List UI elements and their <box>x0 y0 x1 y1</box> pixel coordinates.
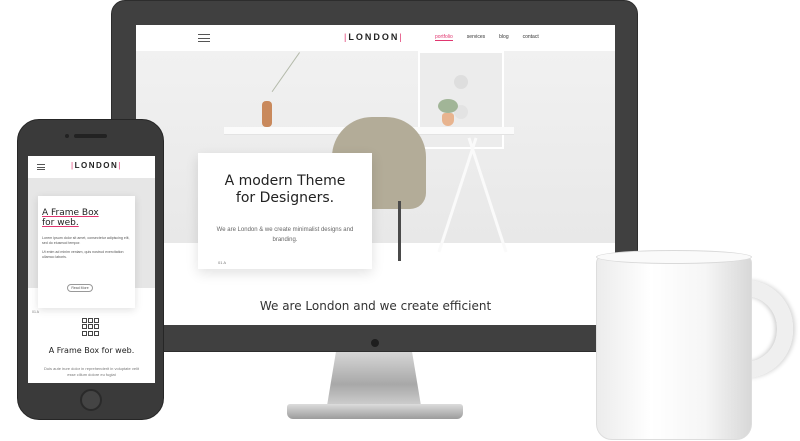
monitor-base <box>287 404 463 419</box>
mobile-card: A Frame Box for web. Lorem ipsum dolor si… <box>38 196 135 308</box>
speaker-grille <box>74 134 107 138</box>
plant-leaves <box>438 99 458 113</box>
monitor-logo-icon <box>371 339 379 347</box>
monitor-stand <box>326 352 422 406</box>
smartphone: |LONDON| A Frame Box for web. Lorem ipsum… <box>17 119 164 420</box>
phone-screen: |LONDON| A Frame Box for web. Lorem ipsum… <box>28 156 155 383</box>
hero-tag: 01 A <box>218 260 227 265</box>
desktop-logo[interactable]: |LONDON| <box>344 32 404 42</box>
coffee-mug <box>596 255 752 440</box>
desktop-header: |LONDON| portfolio services blog contact <box>136 25 615 51</box>
mobile-logo[interactable]: |LONDON| <box>71 161 122 170</box>
vase <box>262 101 272 127</box>
home-button[interactable] <box>80 389 102 411</box>
mobile-section-title: A Frame Box for web. <box>48 346 135 355</box>
hero-title: A modern Theme for Designers. <box>224 173 346 206</box>
menu-icon[interactable] <box>198 34 210 42</box>
grid-icon <box>82 318 100 336</box>
tagline: We are London and we create efficient <box>259 299 492 313</box>
plant-pot <box>442 113 454 126</box>
hero-text: We are London & we create minimalist des… <box>216 227 354 243</box>
mobile-section-text: Duis aute irure dolor in reprehenderit i… <box>44 366 139 377</box>
mobile-card-text: Lorem ipsum dolor sit amet, consectetur … <box>42 236 130 259</box>
mobile-menu-icon[interactable] <box>37 164 45 170</box>
read-more-button[interactable]: Read More <box>67 284 93 292</box>
desktop-nav: portfolio services blog contact <box>435 34 553 41</box>
plant-decoration <box>271 52 349 126</box>
mobile-card-title: A Frame Box for web. <box>42 208 99 228</box>
mobile-tag: 01 A <box>32 310 40 314</box>
camera-icon <box>65 134 69 138</box>
nav-services[interactable]: services <box>467 34 485 41</box>
desktop-screen: |LONDON| portfolio services blog contact… <box>136 25 615 325</box>
nav-blog[interactable]: blog <box>499 34 508 41</box>
hero-card: A modern Theme for Designers. We are Lond… <box>198 153 372 269</box>
mug-rim <box>596 250 752 264</box>
nav-contact[interactable]: contact <box>523 34 539 41</box>
nav-portfolio[interactable]: portfolio <box>435 34 453 41</box>
desktop-monitor: |LONDON| portfolio services blog contact… <box>111 0 638 352</box>
